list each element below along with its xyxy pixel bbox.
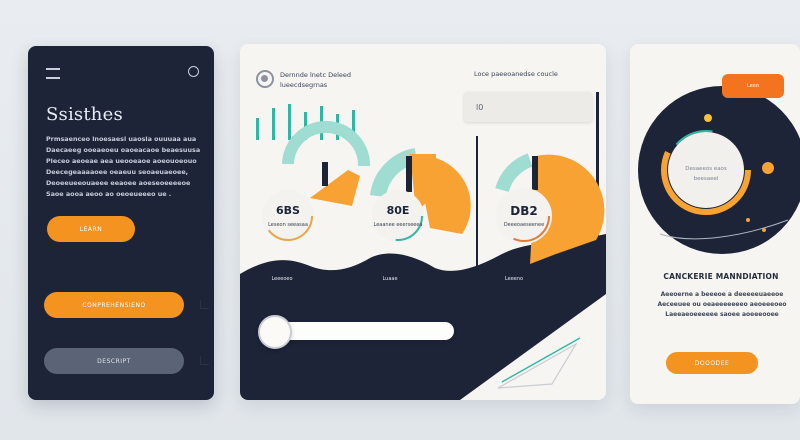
intro-text: Prmsaenceo lnoesaesl uaosla ouuuaa aua D…	[46, 134, 206, 200]
learn-button[interactable]: LEARN	[47, 216, 135, 242]
gauge-2	[370, 148, 471, 242]
gauge-value: 80E	[386, 204, 410, 217]
detail-action-button[interactable]: DOOODEE	[666, 352, 758, 374]
corner-arrow-icon	[200, 300, 209, 309]
intro-line: Daecaeeg ooeaeoeu oaoeacaoe beaesuusa	[46, 146, 201, 154]
status-badge: Leeo	[722, 74, 784, 98]
wave-shape	[240, 234, 606, 400]
detail-title: CANCKERIE MANNDIATION	[663, 272, 779, 281]
gauge-caption: Leeeno	[504, 276, 524, 282]
donut-label: beesaeel	[693, 176, 719, 182]
detail-panel: Leeo Desaeeos eaos beesaeel CANCKERIE MA…	[630, 44, 800, 404]
intro-line: Saoe aooa aeoo ao oeoeueeeo ue .	[46, 190, 172, 198]
gauge-value: 6BS	[276, 204, 300, 217]
gauge-label: Deeeoaeseenee	[503, 222, 545, 228]
detail-line: Laeeaeoeeeeee saoee aoeeeooee	[665, 311, 779, 318]
user-icon[interactable]	[188, 66, 199, 77]
dashboard-panel: Dernnde lnetc Deleed lueecdsegrnas Loce …	[240, 44, 606, 400]
page-title: Ssisthes	[46, 104, 123, 125]
gauge-caption: Leeeoeo	[271, 276, 293, 282]
gauge-caption: Luaae	[382, 276, 398, 282]
menu-icon[interactable]	[46, 68, 60, 79]
detail-line: Aeeoerne a beeeoe a deeeeeuaeeoe	[660, 291, 784, 298]
secondary-action-button[interactable]: DESCRIPT	[44, 348, 184, 374]
donut-label: Desaeeos eaos	[685, 166, 727, 172]
detail-line: Aeceeuee ou oeaeeeeeeeo aeoeeeoeo	[657, 301, 787, 308]
corner-arrow-icon	[200, 356, 209, 365]
slider-handle[interactable]	[258, 315, 292, 349]
gauge-label: Leseon seeasaa	[268, 222, 308, 228]
intro-line: Prmsaenceo lnoesaesl uaosla ouuuaa aua	[46, 135, 197, 143]
primary-action-button[interactable]: CONPREHENSIENO	[44, 292, 184, 318]
left-panel: Ssisthes Prmsaenceo lnoesaesl uaosla ouu…	[28, 46, 214, 400]
intro-line: Deoeeueeouaeee eeaoee aoeseoeeeeoe	[46, 179, 191, 187]
range-slider[interactable]	[258, 315, 454, 349]
gauge-value: DB2	[510, 204, 538, 218]
intro-line: Pleceo aeoeae aea ueooeaoe aoeouoeouo	[46, 157, 197, 165]
intro-line: Deecegeaaaaoee oeaeuu seoaeuaeoee,	[46, 168, 189, 176]
detail-text: Aeeoerne a beeeoe a deeeeeuaeeoe Aeceeue…	[652, 290, 792, 320]
gauge-label: Leaanee eeerseeea	[373, 222, 423, 228]
